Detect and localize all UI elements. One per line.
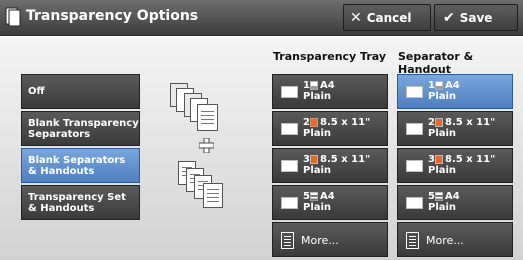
tray-checkbox bbox=[281, 123, 298, 135]
option-off[interactable]: Off bbox=[21, 74, 140, 109]
tray-number: 2 bbox=[303, 117, 310, 128]
save-button[interactable]: ✔ Save bbox=[434, 4, 518, 31]
close-icon: ✕ bbox=[350, 9, 362, 26]
tray-number: 3 bbox=[428, 154, 435, 165]
list-icon bbox=[406, 232, 419, 249]
tray-number: 1 bbox=[428, 80, 435, 91]
tray-checkbox bbox=[406, 123, 423, 135]
orange-paper-icon bbox=[435, 155, 443, 164]
paper-size: A4 bbox=[320, 80, 335, 91]
bypass-tray-icon bbox=[310, 192, 318, 201]
tray-number: 5 bbox=[428, 191, 435, 202]
option-transparency-set-handouts[interactable]: Transparency Set & Handouts bbox=[21, 185, 140, 220]
plus-icon bbox=[199, 138, 214, 153]
transparency-tray-1-button[interactable]: 1 A4 Plain bbox=[272, 74, 388, 109]
tray-number: 3 bbox=[303, 154, 310, 165]
option-blank-separators-handouts-label: Blank Separators & Handouts bbox=[28, 154, 126, 177]
tray-checkbox bbox=[406, 86, 423, 98]
paper-size: A4 bbox=[320, 191, 335, 202]
white-paper-icon bbox=[310, 81, 318, 90]
paper-type: Plain bbox=[428, 202, 457, 213]
paper-type: Plain bbox=[428, 165, 457, 176]
title-bar: Transparency Options ✕ Cancel ✔ Save bbox=[0, 0, 523, 36]
more-label: More... bbox=[426, 234, 464, 247]
paper-size: 8.5 x 11" bbox=[445, 154, 496, 165]
separator-tray-1-button[interactable]: 1 A4 Plain bbox=[397, 74, 513, 109]
tray-checkbox bbox=[281, 197, 298, 209]
transparency-tray-5-button[interactable]: 5 A4 Plain bbox=[272, 185, 388, 220]
handout-sheet-icon bbox=[203, 183, 223, 208]
transparency-options-icon bbox=[5, 7, 21, 27]
transparency-tray-more-button[interactable]: More... bbox=[272, 222, 388, 257]
separator-handout-header: Separator & Handout bbox=[398, 50, 474, 76]
separator-tray-3-button[interactable]: 3 8.5 x 11" Plain bbox=[397, 148, 513, 183]
tray-number: 1 bbox=[303, 80, 310, 91]
option-transparency-set-handouts-label: Transparency Set & Handouts bbox=[28, 191, 126, 214]
paper-size: A4 bbox=[445, 80, 460, 91]
cancel-label: Cancel bbox=[366, 10, 412, 25]
option-off-label: Off bbox=[28, 86, 45, 97]
transparency-tray-3-button[interactable]: 3 8.5 x 11" Plain bbox=[272, 148, 388, 183]
list-icon bbox=[281, 232, 294, 249]
white-paper-icon bbox=[435, 81, 443, 90]
tray-checkbox bbox=[281, 86, 298, 98]
handout-sheet-icon bbox=[197, 104, 218, 131]
separator-tray-5-button[interactable]: 5 A4 Plain bbox=[397, 185, 513, 220]
paper-size: 8.5 x 11" bbox=[445, 117, 496, 128]
paper-type: Plain bbox=[303, 202, 332, 213]
more-label: More... bbox=[301, 234, 339, 247]
paper-size: A4 bbox=[445, 191, 460, 202]
separator-tray-2-button[interactable]: 2 8.5 x 11" Plain bbox=[397, 111, 513, 146]
paper-type: Plain bbox=[303, 165, 332, 176]
separator-tray-more-button[interactable]: More... bbox=[397, 222, 513, 257]
save-label: Save bbox=[459, 10, 493, 25]
transparency-tray-header: Transparency Tray bbox=[273, 50, 387, 63]
paper-type: Plain bbox=[428, 91, 457, 102]
paper-size: 8.5 x 11" bbox=[320, 154, 371, 165]
bypass-tray-icon bbox=[435, 192, 443, 201]
tray-number: 5 bbox=[303, 191, 310, 202]
option-blank-separators-handouts[interactable]: Blank Separators & Handouts bbox=[21, 148, 140, 183]
option-blank-transparency-separators-label: Blank Transparency Separators bbox=[28, 117, 139, 140]
option-blank-transparency-separators[interactable]: Blank Transparency Separators bbox=[21, 111, 140, 146]
page-title: Transparency Options bbox=[26, 8, 199, 24]
tray-checkbox bbox=[281, 160, 298, 172]
cancel-button[interactable]: ✕ Cancel bbox=[343, 4, 431, 31]
transparency-tray-2-button[interactable]: 2 8.5 x 11" Plain bbox=[272, 111, 388, 146]
checkmark-icon: ✔ bbox=[443, 9, 455, 26]
transparency-options-screen: Transparency Options ✕ Cancel ✔ Save Tra… bbox=[0, 0, 523, 260]
tray-checkbox bbox=[406, 197, 423, 209]
tray-checkbox bbox=[406, 160, 423, 172]
orange-paper-icon bbox=[310, 155, 318, 164]
orange-paper-icon bbox=[435, 118, 443, 127]
paper-type: Plain bbox=[428, 128, 457, 139]
tray-number: 2 bbox=[428, 117, 435, 128]
paper-type: Plain bbox=[303, 128, 332, 139]
paper-type: Plain bbox=[303, 91, 332, 102]
orange-paper-icon bbox=[310, 118, 318, 127]
paper-size: 8.5 x 11" bbox=[320, 117, 371, 128]
